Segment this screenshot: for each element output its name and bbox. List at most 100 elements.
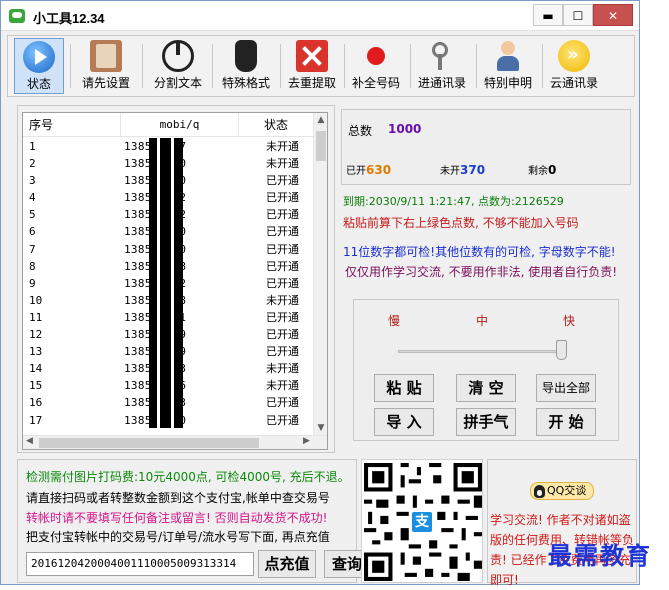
tool-settings-button[interactable]: 请先设置 [76, 38, 136, 94]
row-status: 未开通 [266, 379, 299, 393]
power-icon [162, 40, 194, 72]
scroll-left-icon[interactable]: ◀ [26, 436, 33, 446]
row-index: 17 [29, 413, 43, 427]
row-status: 未开通 [266, 140, 299, 153]
list-vertical-scrollbar[interactable]: ▲ ▼ [313, 113, 327, 435]
recharge-fee-note: 检测需付图片打码费:10元4000点, 可检4000号, 充后不退。 [26, 470, 350, 484]
row-status: 未开通 [266, 157, 299, 171]
row-index: 4 [29, 191, 36, 205]
column-header-mobile[interactable]: mobi/q [121, 113, 239, 137]
row-status: 已开通 [266, 413, 299, 427]
play-icon [23, 41, 55, 73]
window-title: 小工具12.34 [33, 11, 105, 26]
toolbar-divider [344, 44, 345, 88]
row-status: 已开通 [266, 174, 299, 188]
toolbar-divider [476, 44, 477, 88]
row-index: 13 [29, 345, 43, 359]
row-index: 15 [29, 379, 43, 393]
tool-contacts-button[interactable]: 进通讯录 [412, 38, 472, 94]
row-index: 6 [29, 225, 36, 239]
remaining-stat: 剩余0 [528, 162, 556, 177]
maximize-button[interactable]: ☐ [563, 4, 593, 26]
list-horizontal-scrollbar[interactable]: ◀ ▶ [23, 435, 327, 449]
row-status: 已开通 [266, 396, 299, 410]
row-status: 已开通 [266, 259, 299, 273]
qq-chat-button[interactable]: QQ交谈 [530, 482, 594, 500]
row-index: 1 [29, 140, 36, 153]
row-status: 未开通 [266, 362, 299, 376]
row-index: 5 [29, 208, 36, 222]
minimize-button[interactable]: ▬ [533, 4, 563, 26]
scroll-thumb[interactable] [39, 438, 259, 448]
scroll-down-icon[interactable]: ▼ [314, 423, 327, 433]
toolbar-divider [212, 44, 213, 88]
row-status: 已开通 [266, 276, 299, 290]
paste-warning: 粘贴前算下右上绿色点数, 不够不能加入号码 [343, 216, 579, 230]
tool-split-text-button[interactable]: 分割文本 [148, 38, 208, 94]
person-icon [492, 40, 524, 72]
scroll-up-icon[interactable]: ▲ [314, 115, 327, 125]
tool-cloud-contacts-button[interactable]: 云通讯录 [544, 38, 604, 94]
check-note: 11位数字都可检!其他位数有的可检, 字母数字不能! [343, 245, 616, 259]
unopened-value: 370 [460, 163, 486, 177]
control-panel: 慢 中 快 粘 贴 清 空 导出全部 导 入 拼手气 开 始 [353, 299, 619, 441]
paste-button[interactable]: 粘 贴 [374, 374, 434, 402]
order-number-input[interactable]: 2016120420004001110005009313314 [26, 552, 254, 576]
import-button[interactable]: 导 入 [374, 408, 434, 436]
recharge-button[interactable]: 点充值 [258, 550, 316, 578]
row-status: 已开通 [266, 345, 299, 359]
alipay-logo-icon: 支 [410, 510, 434, 534]
recharge-instruction: 请直接扫码或者转整数金额到这个支付宝,帐单中查交易号 [26, 491, 330, 505]
start-button[interactable]: 开 始 [536, 408, 596, 436]
row-index: 16 [29, 396, 43, 410]
tool-cloud-contacts-label: 云通讯录 [549, 76, 598, 90]
speed-mid-label: 中 [476, 314, 489, 328]
scroll-right-icon[interactable]: ▶ [303, 436, 310, 446]
number-list[interactable]: 序号 mobi/q 状态 11385 1 17未开通 21385 1 60未开通… [22, 112, 328, 450]
unopened-label: 未开 [440, 166, 460, 177]
toolbar: 状态 请先设置 分割文本 特殊格式 去重提取 补全号码 进通讯录 特别申明 » … [7, 35, 635, 97]
toolbar-divider [70, 44, 71, 88]
opened-label: 已开 [346, 166, 366, 177]
export-all-button[interactable]: 导出全部 [536, 374, 596, 402]
toolbar-divider [410, 44, 411, 88]
tool-statement-button[interactable]: 特别申明 [478, 38, 538, 94]
cloud-sync-icon [558, 40, 590, 72]
payment-qr-code: 支 [361, 459, 483, 583]
row-index: 11 [29, 310, 43, 324]
close-button[interactable]: ✕ [593, 4, 633, 26]
keys-icon [426, 40, 458, 72]
tool-special-format-label: 特殊格式 [221, 76, 270, 90]
clear-button[interactable]: 清 空 [456, 374, 516, 402]
tool-status-button[interactable]: 状态 [14, 38, 64, 94]
remaining-label: 剩余 [528, 166, 548, 177]
luck-button[interactable]: 拼手气 [456, 408, 516, 436]
toolbar-divider [142, 44, 143, 88]
row-index: 10 [29, 293, 43, 307]
row-index: 2 [29, 157, 36, 171]
watermark-text: 最需教育 [548, 541, 652, 570]
speed-slider-thumb[interactable] [556, 340, 567, 360]
row-index: 14 [29, 362, 43, 376]
column-header-index[interactable]: 序号 [23, 113, 121, 137]
main-window: 小工具12.34 ▬ ☐ ✕ 状态 请先设置 分割文本 特殊格式 去重提取 补全… [0, 0, 640, 587]
row-index: 8 [29, 259, 36, 273]
tool-contacts-label: 进通讯录 [417, 76, 466, 90]
row-index: 3 [29, 174, 36, 188]
tool-dedupe-button[interactable]: 去重提取 [282, 38, 342, 94]
usage-disclaimer: 仅仅用作学习交流, 不要用作非法, 使用者自行负责! [345, 265, 618, 279]
opened-stat: 已开630 [346, 162, 391, 177]
number-list-panel: 序号 mobi/q 状态 11385 1 17未开通 21385 1 60未开通… [17, 105, 335, 453]
scroll-thumb[interactable] [316, 131, 326, 161]
speed-slider-track[interactable] [398, 350, 564, 353]
tool-status-label: 状态 [26, 77, 51, 91]
tool-complete-number-button[interactable]: 补全号码 [346, 38, 406, 94]
row-status: 已开通 [266, 242, 299, 256]
column-header-status[interactable]: 状态 [239, 113, 313, 137]
hand-icon [235, 40, 257, 72]
list-header: 序号 mobi/q 状态 [23, 113, 313, 137]
row-index: 12 [29, 328, 43, 342]
tool-complete-number-label: 补全号码 [351, 76, 400, 90]
row-status: 已开通 [266, 191, 299, 205]
tool-special-format-button[interactable]: 特殊格式 [216, 38, 276, 94]
